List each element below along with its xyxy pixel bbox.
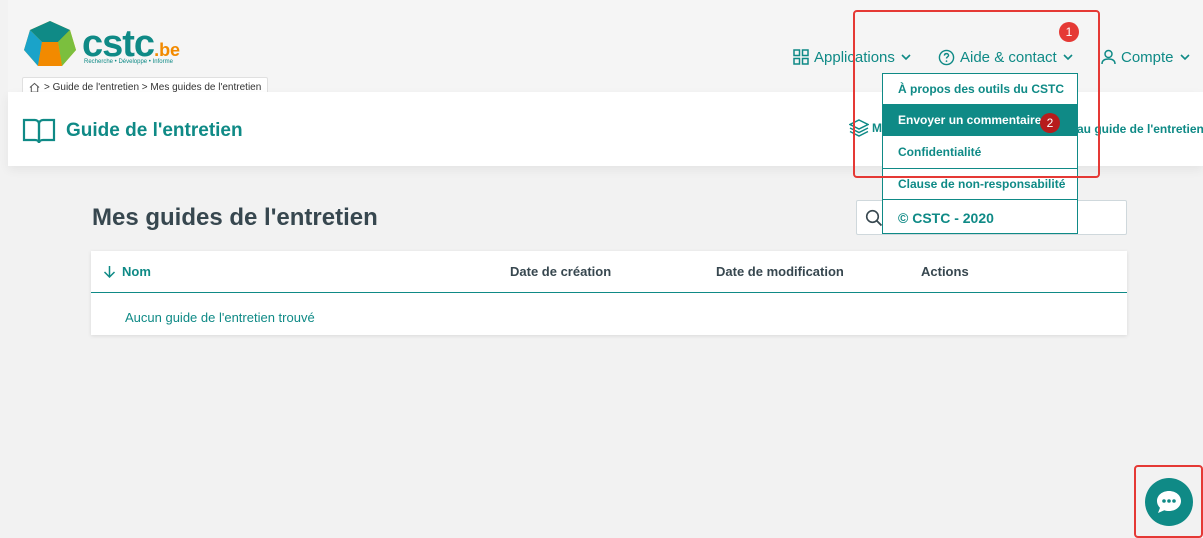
annotation-badge-1: 1 (1059, 22, 1079, 42)
menu-item-confidentialite[interactable]: Confidentialité (883, 136, 1077, 169)
column-header-date-creation[interactable]: Date de création (510, 264, 611, 279)
logo-suffix: .be (154, 40, 181, 60)
empty-table-message: Aucun guide de l'entretien trouvé (125, 310, 315, 325)
chat-button[interactable] (1145, 478, 1193, 526)
aide-contact-dropdown: À propos des outils du CSTC Envoyer un c… (882, 73, 1078, 234)
menu-item-envoyer-commentaire-label: Envoyer un commentaire (898, 113, 1042, 127)
help-circle-icon (938, 49, 955, 65)
logo-mark-icon (24, 21, 76, 66)
new-guide-link[interactable]: au guide de l'entretien (1077, 122, 1203, 136)
menu-item-clause-non-responsabilite[interactable]: Clause de non-responsabilité (883, 169, 1077, 200)
menu-item-copyright: © CSTC - 2020 (898, 209, 994, 226)
table-header: Nom Date de création Date de modificatio… (91, 251, 1127, 293)
chevron-down-icon (1063, 54, 1073, 61)
chat-bubble-icon (1157, 491, 1181, 513)
column-header-date-modification[interactable]: Date de modification (716, 264, 844, 279)
column-header-nom-label: Nom (122, 264, 151, 279)
chevron-down-icon (1179, 54, 1190, 61)
nav-compte-label: Compte (1121, 48, 1174, 66)
chevron-down-icon (901, 54, 911, 61)
subheader-left-link[interactable]: M (849, 119, 882, 137)
column-header-actions: Actions (921, 264, 969, 279)
guides-table: Nom Date de création Date de modificatio… (91, 251, 1127, 335)
breadcrumb-text[interactable]: > Guide de l'entretien > Mes guides de l… (44, 82, 261, 93)
tool-title-text: Guide de l'entretien (66, 120, 243, 141)
grid-icon (793, 49, 809, 65)
subheader-left-fragment: M (872, 121, 882, 135)
layers-icon (849, 119, 869, 137)
tool-title[interactable]: Guide de l'entretien (22, 117, 243, 145)
nav-applications[interactable]: Applications (793, 44, 912, 70)
nav-applications-label: Applications (814, 48, 895, 66)
annotation-badge-2: 2 (1040, 113, 1060, 133)
nav-aide-contact-label: Aide & contact (960, 48, 1057, 66)
page-title: Mes guides de l'entretien (92, 204, 378, 231)
cstc-logo[interactable]: cstc.be Recherche • Développe • Informe (22, 20, 180, 68)
home-icon[interactable] (29, 82, 40, 93)
menu-item-a-propos[interactable]: À propos des outils du CSTC (883, 74, 1077, 105)
open-book-icon (22, 118, 56, 144)
sort-arrow-down-icon (103, 266, 116, 278)
logo-tagline: Recherche • Développe • Informe (84, 59, 173, 65)
nav-aide-contact[interactable]: Aide & contact (938, 44, 1074, 70)
column-header-nom[interactable]: Nom (103, 264, 151, 279)
nav-compte[interactable]: Compte (1101, 44, 1191, 70)
search-icon (865, 209, 883, 227)
user-icon (1101, 49, 1116, 65)
